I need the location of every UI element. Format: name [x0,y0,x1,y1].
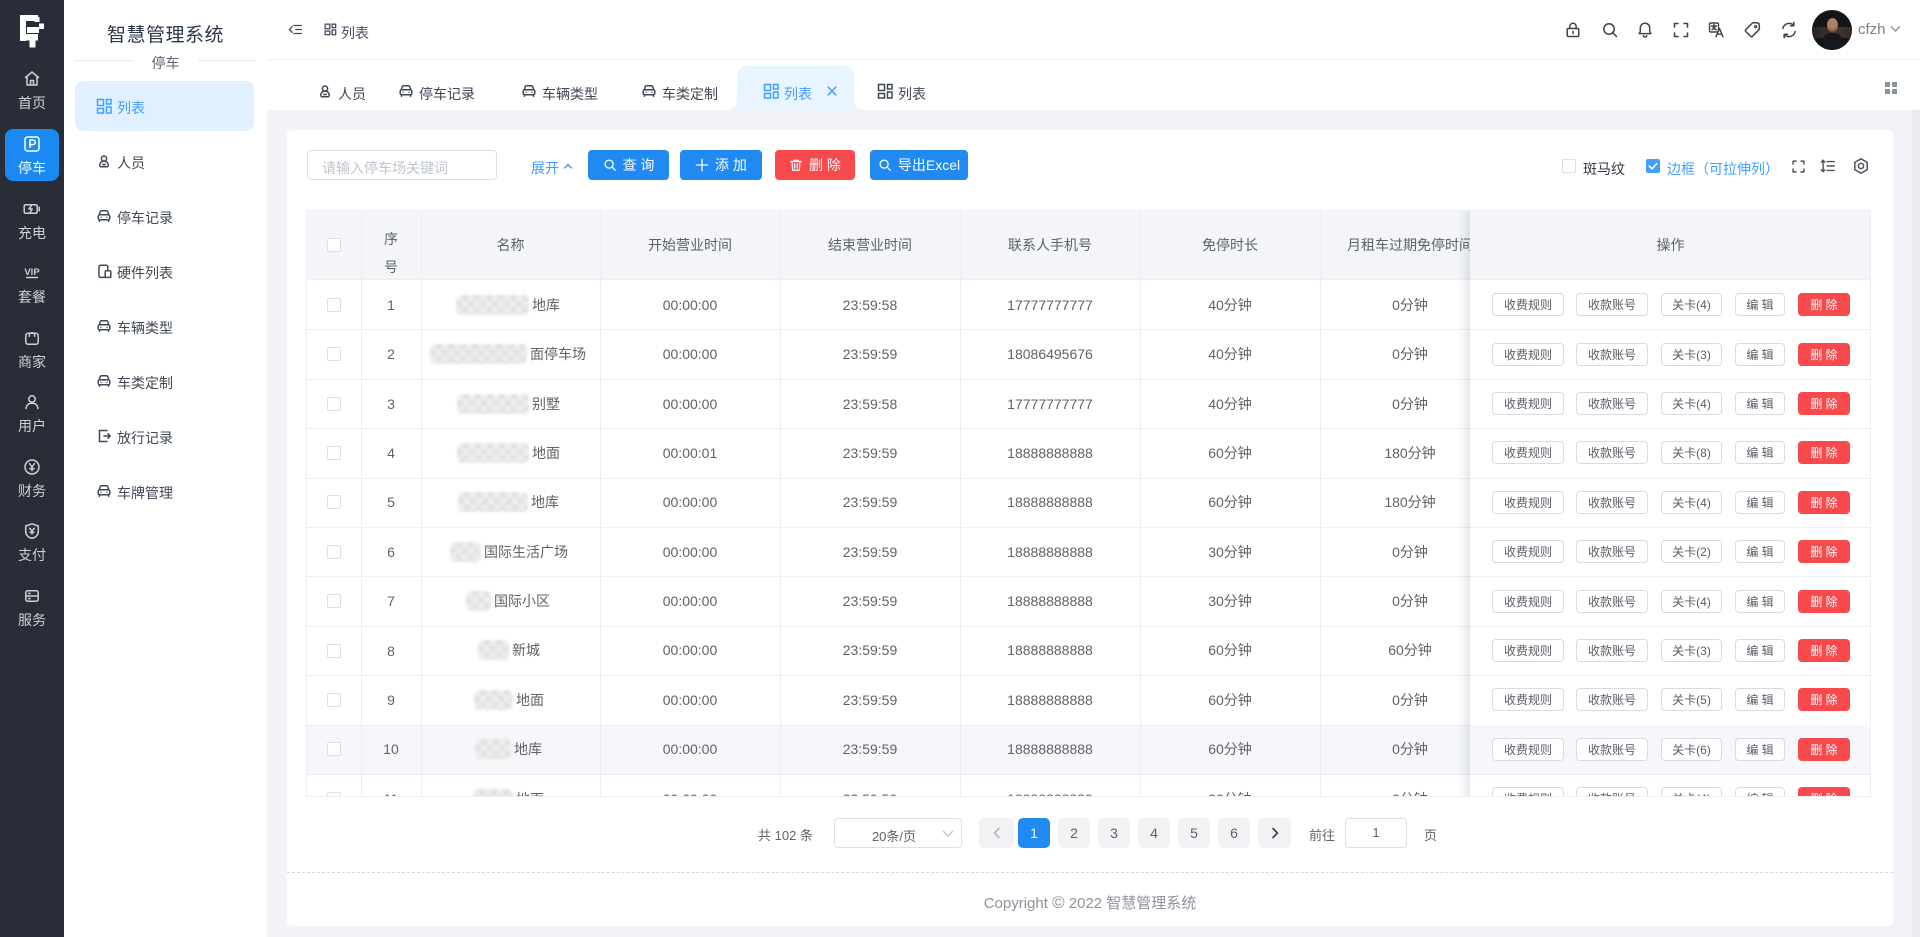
svg-text:VIP: VIP [24,267,40,278]
